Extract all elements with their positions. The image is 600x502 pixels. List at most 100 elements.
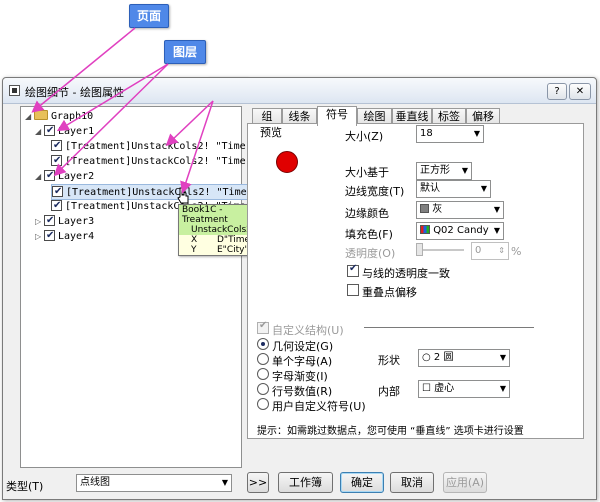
layer4-checkbox[interactable] [44,228,55,244]
layer2-checkbox[interactable] [44,168,55,184]
tree-node-layer2[interactable]: ◢ Layer2 [35,168,95,185]
collapse-icon[interactable]: ◢ [35,169,44,185]
edge-width-value: 默认 [420,183,440,194]
spin-arrows-icon: ⇕ [498,246,505,255]
plot-checkbox[interactable] [51,138,62,154]
tree-node-layer2-plot1[interactable]: [Treatment]UnstackCols2! "Time"(X [51,184,266,200]
type-combo[interactable]: 点线图 ▼ [76,474,232,492]
chevron-down-icon: ▼ [480,184,487,193]
hint-text: 提示：如需跳过数据点，您可使用 “垂直线” 选项卡进行设置 [257,426,524,437]
interior-label: 内部 [378,385,400,398]
expand-button[interactable]: >> [247,472,269,493]
tree-node-graph[interactable]: ◢ Graph10 [25,109,93,125]
edge-width-combo[interactable]: 默认 ▼ [416,180,491,198]
tree-label: Layer2 [58,171,95,182]
layer3-checkbox[interactable] [44,213,55,229]
interior-combo[interactable]: ☐ 虚心 ▼ [418,380,510,398]
preview-label: 预览 [260,126,282,139]
apply-button[interactable]: 应用(A) [443,472,487,493]
tree-node-layer1-plot1[interactable]: [Treatment]UnstackCols2! "Time"(X [51,138,264,155]
tree-label: Layer1 [58,126,95,137]
transparency-label: 透明度(O) [345,247,396,260]
layer1-checkbox[interactable] [44,123,55,139]
shape-combo[interactable]: ○ 2 圆 ▼ [418,349,510,367]
type-value: 点线图 [80,477,110,488]
tree-node-layer4[interactable]: ▷ Layer4 [35,228,94,245]
size-combo[interactable]: 18 ▼ [416,125,484,143]
edge-color-value: 灰 [432,204,443,215]
expand-icon[interactable]: ▷ [35,214,44,230]
size-based-value: 正方形 [420,165,450,176]
radio-row-number[interactable] [257,383,269,395]
transparency-value: 0 [475,245,482,256]
plot-checkbox[interactable] [51,153,62,169]
tree-label: [Treatment]UnstackCols2! "Time"(X [65,141,264,152]
radio-user-defined-label: 用户自定义符号(U) [272,400,366,413]
dialog-title: 绘图细节 - 绘图属性 [25,86,124,99]
match-line-transparency-checkbox[interactable] [347,263,359,277]
symbol-preview [276,151,298,173]
title-bar: 绘图细节 - 绘图属性 ? ✕ [3,78,596,104]
tree-node-layer1[interactable]: ◢ Layer1 [35,123,95,140]
folder-icon [34,110,48,120]
edge-width-label: 边线宽度(T) [345,185,405,198]
expand-icon[interactable]: ▷ [35,229,44,245]
tab-symbol[interactable]: 符号 [317,106,357,126]
radio-geometric[interactable] [257,338,269,350]
layer-callout: 图层 [164,40,206,64]
radio-row-number-label: 行号数值(R) [272,385,333,398]
size-value: 18 [420,128,433,139]
radio-letter-increment[interactable] [257,368,269,380]
plot-tree[interactable]: ◢ Graph10 ◢ Layer1 [Treatment]UnstackCols2… [20,106,266,468]
edge-color-swatch [420,204,429,213]
page-callout: 页面 [129,4,169,28]
help-button[interactable]: ? [547,83,567,100]
chevron-down-icon: ▼ [473,129,480,138]
tree-node-layer3[interactable]: ▷ Layer3 [35,213,95,230]
overlap-offset-label: 重叠点偏移 [362,286,417,299]
chevron-down-icon: ▼ [499,384,506,393]
edge-color-combo[interactable]: 灰 ▼ [416,201,504,219]
radio-user-defined[interactable] [257,398,269,410]
transparency-spinner[interactable]: 0 ⇕ [471,242,509,260]
candy-palette-icon [420,225,430,234]
transparency-slider-track[interactable] [416,249,464,251]
match-line-transparency-label: 与线的透明度一致 [362,267,450,280]
app-icon [9,85,20,96]
hollow-square-icon: ☐ [422,383,431,394]
transparency-unit: % [511,245,522,258]
interior-value: 虚心 [434,383,455,394]
fill-color-combo[interactable]: Q02 Candy ▼ [416,222,504,240]
custom-construction-checkbox[interactable] [257,320,269,334]
chevron-down-icon: ▼ [221,478,228,487]
transparency-slider-thumb[interactable] [416,243,423,256]
shape-label: 形状 [378,354,400,367]
plot-checkbox[interactable] [51,198,62,214]
radio-letter-increment-label: 字母渐变(I) [272,370,328,383]
tree-label: Layer3 [58,216,95,227]
tree-node-layer1-plot2[interactable]: [Treatment]UnstackCols2! "Time"(X [51,153,264,170]
chevron-down-icon: ▼ [461,166,468,175]
collapse-icon[interactable]: ◢ [25,109,34,125]
custom-construction-label: 自定义结构(U) [272,324,344,337]
size-based-combo[interactable]: 正方形 ▼ [416,162,472,180]
edge-color-label: 边缘颜色 [345,207,389,220]
fill-color-label: 填充色(F) [345,228,393,241]
radio-single-letter[interactable] [257,353,269,365]
tree-label: [Treatment]UnstackCols2! "Time"(X [65,156,264,167]
chevron-down-icon: ▼ [493,226,500,235]
close-button[interactable]: ✕ [569,83,591,100]
ok-button[interactable]: 确定 [340,472,384,493]
size-based-label: 大小基于 [345,166,389,179]
chevron-down-icon: ▼ [499,353,506,362]
collapse-icon[interactable]: ◢ [35,124,44,140]
chevron-down-icon: ▼ [493,205,500,214]
plot-checkbox[interactable] [52,184,63,200]
tree-label: [Treatment]UnstackCols2! "Time"(X [66,187,265,198]
overlap-offset-checkbox[interactable] [347,284,359,296]
fill-color-value: Q02 Candy [433,225,489,236]
circle-shape-icon: ○ [422,352,431,363]
cancel-button[interactable]: 取消 [390,472,434,493]
radio-geometric-label: 几何设定(G) [272,340,334,353]
workbook-button[interactable]: 工作簿 [278,472,333,493]
